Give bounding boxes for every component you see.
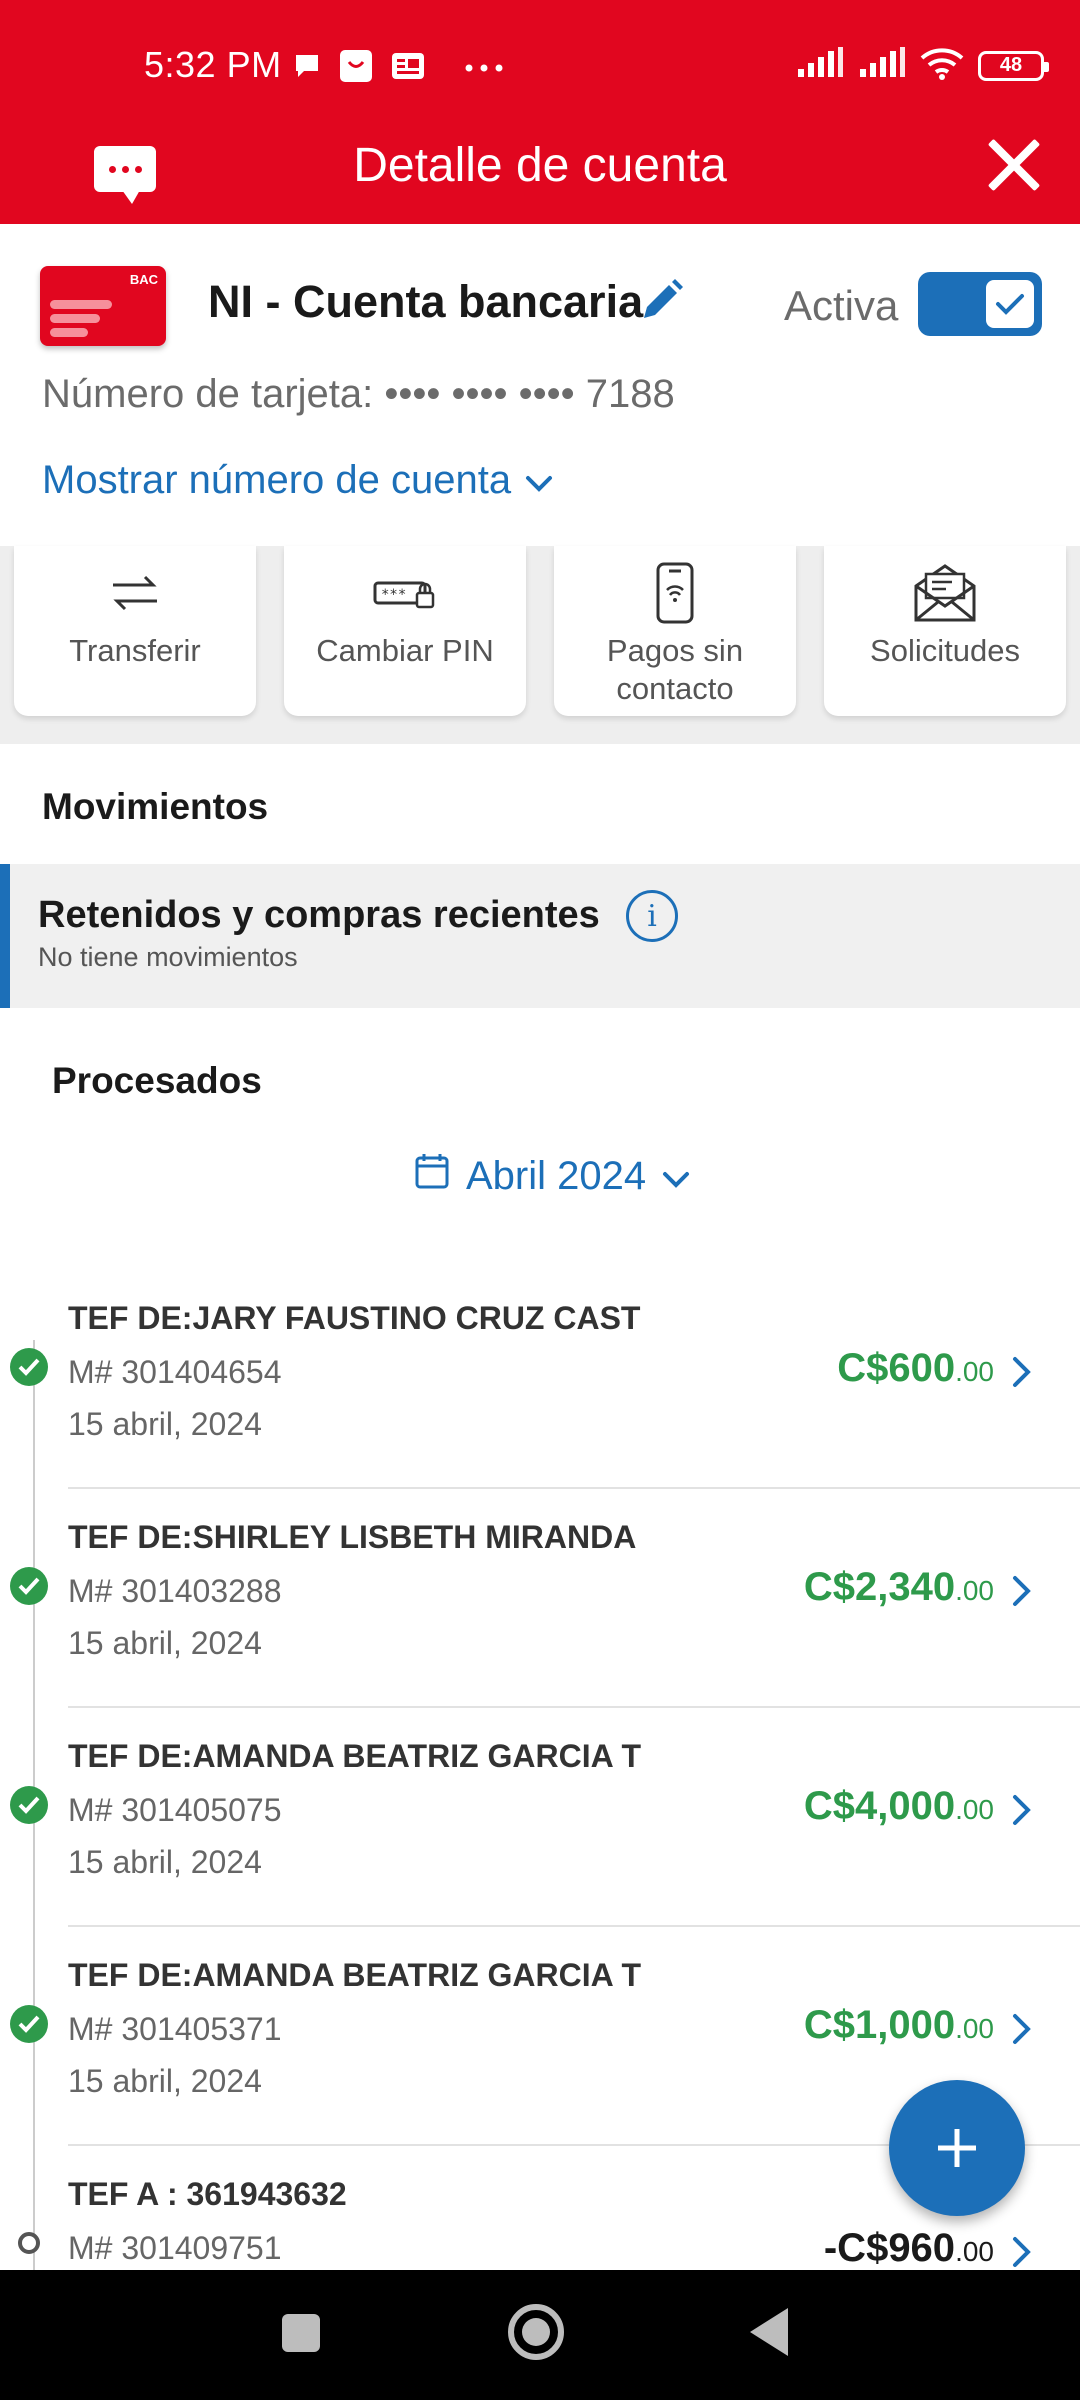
transaction-row[interactable]: TEF DE:JARY FAUSTINO CRUZ CAST M# 301404…: [0, 1270, 1080, 1489]
transaction-amount: C$4,000.00: [803, 1784, 994, 1828]
chevron-right-icon: [1010, 1573, 1034, 1609]
home-icon[interactable]: [508, 2304, 564, 2360]
contactless-payments-button[interactable]: Pagos sin contacto: [554, 546, 796, 716]
month-label: Abril 2024: [466, 1153, 647, 1198]
transaction-description: TEF DE:AMANDA BEATRIZ GARCIA T: [68, 1738, 641, 1774]
show-account-number-label: Mostrar número de cuenta: [42, 458, 512, 502]
card-image: BAC: [40, 266, 166, 346]
notification-icons: [292, 48, 504, 89]
transaction-row[interactable]: TEF DE:AMANDA BEATRIZ GARCIA T M# 301405…: [0, 1708, 1080, 1927]
movements-title: Movimientos: [42, 786, 269, 827]
contactless-payments-label: Pagos sin contacto: [606, 633, 744, 706]
status-bar: 5:32 PM 48: [0, 0, 1080, 130]
signal-icon: [796, 47, 844, 84]
card-number: Número de tarjeta: •••• •••• •••• 7188: [42, 372, 675, 417]
change-pin-label: Cambiar PIN: [316, 633, 494, 668]
transfer-label: Transferir: [69, 633, 201, 668]
recent-apps-icon[interactable]: [282, 2314, 320, 2352]
held-transactions-section[interactable]: Retenidos y compras recientes i No tiene…: [0, 864, 1080, 1008]
transaction-date: 15 abril, 2024: [68, 1406, 262, 1442]
transaction-amount: C$2,340.00: [803, 1565, 994, 1609]
transaction-amount: -C$960.00: [823, 2226, 994, 2270]
check-circle-icon: [10, 1786, 48, 1824]
transaction-row[interactable]: TEF DE:SHIRLEY LISBETH MIRANDA M# 301403…: [0, 1489, 1080, 1708]
pending-circle-icon: [18, 2232, 40, 2254]
transaction-date: 15 abril, 2024: [68, 2063, 262, 2099]
transaction-reference: M# 301403288: [68, 1573, 282, 1609]
transaction-date: 15 abril, 2024: [68, 1625, 262, 1661]
system-nav-bar: [0, 2270, 1080, 2400]
show-account-number-link[interactable]: Mostrar número de cuenta: [42, 458, 553, 503]
app-header: 5:32 PM 48 Detalle de cuenta: [0, 0, 1080, 224]
wifi-icon: [920, 46, 964, 85]
chat-bubble-icon: [292, 51, 322, 86]
notification-app-icon: [338, 48, 374, 89]
more-dots-icon: [464, 60, 504, 78]
transaction-amount: C$600.00: [837, 1346, 994, 1390]
battery-icon: 48: [978, 50, 1049, 81]
requests-label: Solicitudes: [870, 633, 1020, 668]
quick-actions: Transferir *** Cambiar PIN Pagos sin con…: [0, 546, 1080, 744]
month-selector[interactable]: Abril 2024: [414, 1152, 690, 1200]
held-title: Retenidos y compras recientes: [38, 894, 600, 936]
chevron-right-icon: [1010, 2234, 1034, 2270]
card-number-value: •••• •••• •••• 7188: [384, 372, 675, 416]
active-status-label: Activa: [784, 282, 899, 329]
page-title: Detalle de cuenta: [353, 139, 727, 192]
check-circle-icon: [10, 1567, 48, 1605]
transaction-reference: M# 301405075: [68, 1792, 282, 1828]
transaction-date: 15 abril, 2024: [68, 1844, 262, 1880]
pin-lock-icon: ***: [284, 562, 526, 624]
info-icon[interactable]: i: [626, 890, 678, 942]
contactless-phone-icon: [554, 562, 796, 624]
add-button[interactable]: [889, 2080, 1025, 2216]
plus-icon: [938, 2129, 976, 2167]
active-toggle[interactable]: [918, 272, 1042, 336]
requests-button[interactable]: Solicitudes: [824, 546, 1066, 716]
account-name: NI - Cuenta bancaria: [208, 276, 644, 327]
envelope-icon: [824, 562, 1066, 624]
transaction-amount: C$1,000.00: [803, 2003, 994, 2047]
system-status: 48: [796, 46, 1049, 85]
chevron-right-icon: [1010, 2011, 1034, 2047]
held-subtitle: No tiene movimientos: [38, 942, 298, 972]
chevron-down-icon: [525, 458, 553, 503]
transaction-reference: M# 301409751: [68, 2230, 282, 2266]
card-logo: BAC: [129, 272, 158, 287]
chevron-right-icon: [1010, 1792, 1034, 1828]
transaction-description: TEF A : 361943632: [68, 2176, 347, 2212]
transaction-description: TEF DE:JARY FAUSTINO CRUZ CAST: [68, 1300, 641, 1336]
news-app-icon: [390, 51, 426, 86]
status-time: 5:32 PM: [144, 44, 282, 85]
check-icon: [986, 280, 1034, 328]
transaction-reference: M# 301404654: [68, 1354, 282, 1390]
svg-text:***: ***: [381, 587, 406, 603]
change-pin-button[interactable]: *** Cambiar PIN: [284, 546, 526, 716]
transfer-button[interactable]: Transferir: [14, 546, 256, 716]
signal-icon: [858, 47, 906, 84]
account-summary: BAC NI - Cuenta bancaria Activa Número d…: [0, 224, 1080, 546]
check-circle-icon: [10, 2005, 48, 2043]
battery-level: 48: [999, 54, 1023, 76]
chevron-right-icon: [1010, 1354, 1034, 1390]
transaction-description: TEF DE:AMANDA BEATRIZ GARCIA T: [68, 1957, 641, 1993]
transaction-reference: M# 301405371: [68, 2011, 282, 2047]
check-circle-icon: [10, 1348, 48, 1386]
processed-title: Procesados: [52, 1060, 262, 1101]
back-icon[interactable]: [750, 2308, 788, 2356]
close-icon[interactable]: [984, 136, 1042, 194]
edit-pencil-icon[interactable]: [636, 276, 686, 326]
transaction-description: TEF DE:SHIRLEY LISBETH MIRANDA: [68, 1519, 637, 1555]
card-number-label: Número de tarjeta:: [42, 372, 374, 416]
transfer-arrows-icon: [14, 562, 256, 624]
chevron-down-icon: [662, 1154, 690, 1199]
calendar-icon: [414, 1152, 450, 1200]
